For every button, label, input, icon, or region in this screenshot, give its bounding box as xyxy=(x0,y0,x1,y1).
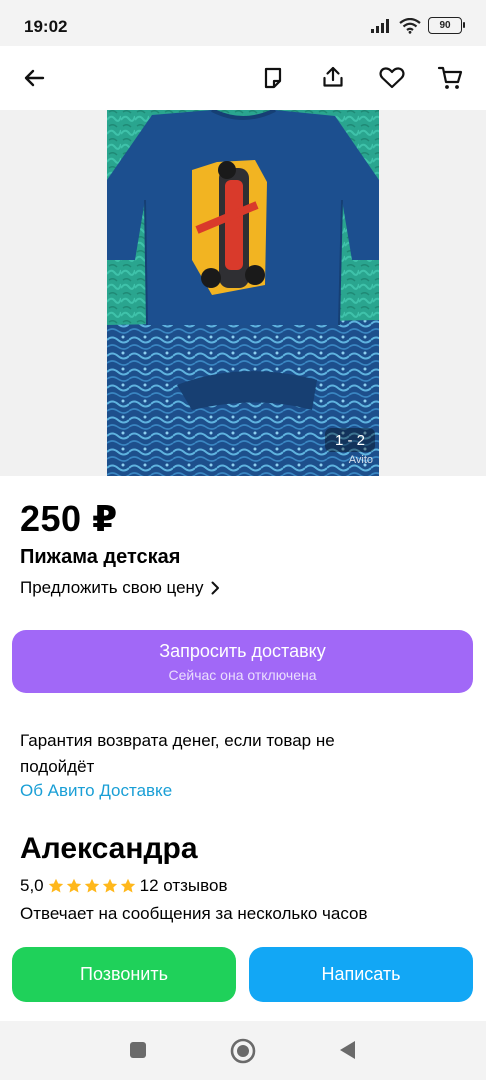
back-arrow-icon xyxy=(24,69,45,87)
seller-name[interactable]: Александра xyxy=(20,832,198,866)
delivery-button-label: Запросить доставку xyxy=(159,640,326,661)
share-icon xyxy=(323,66,343,87)
product-photo[interactable]: 1 - 2 Avito xyxy=(107,110,379,476)
listing-title: Пижама детская xyxy=(20,546,181,568)
status-time: 19:02 xyxy=(24,17,68,36)
signal-icon xyxy=(371,18,389,33)
top-bar xyxy=(0,46,486,110)
square-icon xyxy=(130,1042,146,1058)
delivery-button-sublabel: Сейчас она отключена xyxy=(168,666,317,683)
wifi-icon xyxy=(399,17,421,34)
rating-value: 5,0 xyxy=(20,876,44,895)
write-button-label: Написать xyxy=(321,964,401,984)
star-icon xyxy=(84,878,99,893)
share-button[interactable] xyxy=(315,59,351,95)
note-icon xyxy=(264,67,282,89)
avito-watermark: Avito xyxy=(348,454,373,466)
heart-icon xyxy=(379,67,405,89)
star-icon xyxy=(120,878,135,893)
status-bar: 19:02 90 xyxy=(0,0,486,46)
chevron-right-icon xyxy=(211,581,220,595)
photo-counter: 1 - 2 xyxy=(325,428,375,452)
system-nav-bar xyxy=(0,1021,486,1080)
call-button[interactable]: Позвонить xyxy=(12,947,236,1002)
photo-gallery[interactable]: 1 - 2 Avito xyxy=(0,110,486,476)
star-icon xyxy=(102,878,117,893)
pajama-image-icon xyxy=(107,110,379,476)
request-delivery-button[interactable]: Запросить доставку Сейчас она отключена xyxy=(12,630,473,693)
call-button-label: Позвонить xyxy=(80,964,168,984)
home-circle-icon xyxy=(230,1038,256,1064)
seller-rating[interactable]: 5,0 12 отзывов xyxy=(20,876,227,896)
money-back-guarantee: Гарантия возврата денег, если товар не п… xyxy=(20,731,335,776)
about-avito-delivery-link[interactable]: Об Авито Доставке xyxy=(20,781,172,801)
triangle-back-icon xyxy=(340,1041,355,1059)
price: 250 ₽ xyxy=(20,498,118,539)
battery-indicator: 90 xyxy=(428,17,465,34)
cart-button[interactable] xyxy=(432,60,468,96)
note-button[interactable] xyxy=(255,60,291,96)
battery-level: 90 xyxy=(439,20,451,31)
status-icons: 90 xyxy=(370,17,465,34)
home-button[interactable] xyxy=(229,1037,257,1065)
star-icon xyxy=(48,878,63,893)
cart-icon xyxy=(437,66,463,89)
offer-price-link[interactable]: Предложить свою цену xyxy=(20,578,220,598)
reviews-count: 12 отзывов xyxy=(139,876,228,895)
rating-stars xyxy=(48,878,136,894)
write-button[interactable]: Написать xyxy=(249,947,473,1002)
star-icon xyxy=(66,878,81,893)
offer-price-label: Предложить свою цену xyxy=(20,578,204,597)
response-time: Отвечает на сообщения за несколько часов xyxy=(20,904,368,923)
recents-button[interactable] xyxy=(126,1038,150,1062)
back-nav-button[interactable] xyxy=(335,1038,359,1062)
back-button[interactable] xyxy=(16,60,52,96)
favorite-button[interactable] xyxy=(374,60,410,96)
